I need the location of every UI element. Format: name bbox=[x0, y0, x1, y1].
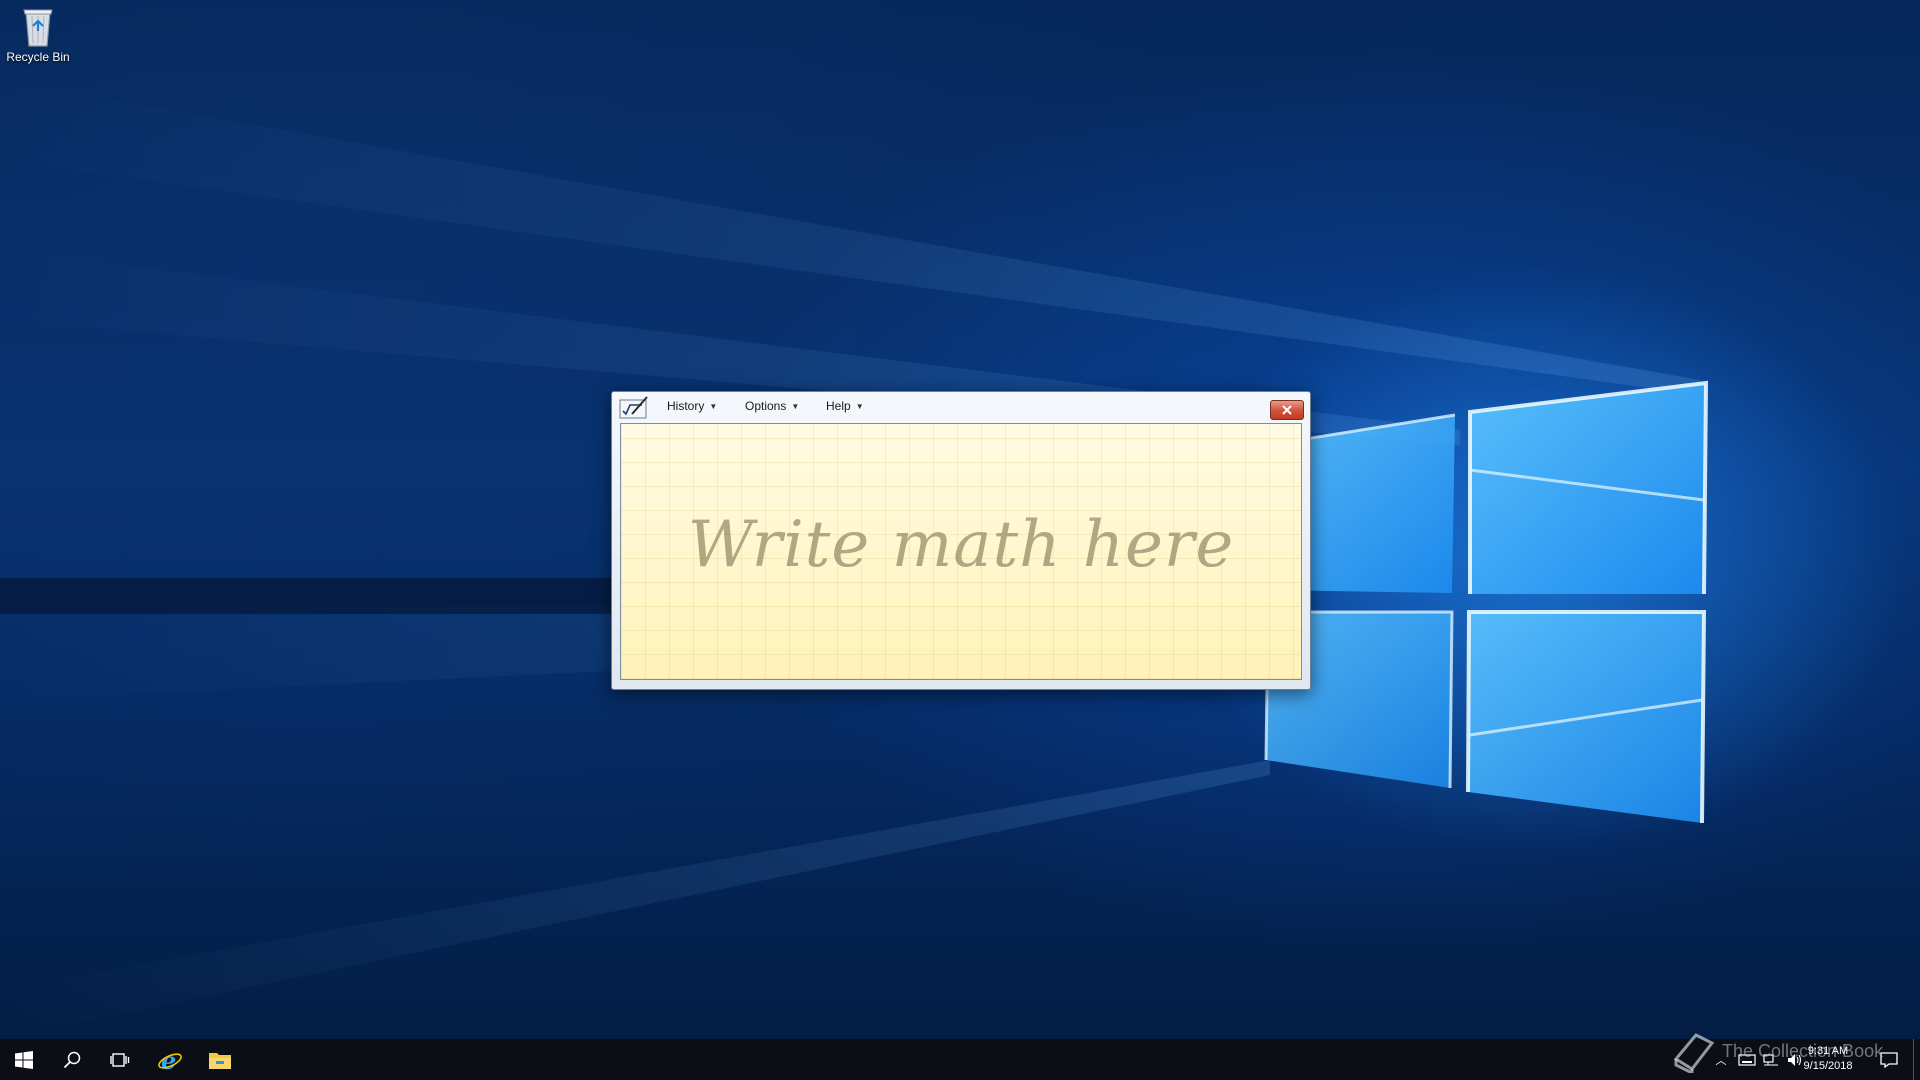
writing-area[interactable]: Write math here bbox=[620, 423, 1302, 680]
search-button[interactable] bbox=[48, 1039, 96, 1080]
title-bar[interactable]: History ▼ Options ▼ Help ▼ bbox=[612, 392, 1310, 423]
search-icon bbox=[63, 1051, 81, 1068]
close-button[interactable] bbox=[1270, 400, 1304, 420]
task-view-icon bbox=[110, 1052, 130, 1067]
windows-start-icon bbox=[15, 1050, 33, 1069]
task-view-button[interactable] bbox=[96, 1039, 144, 1080]
menu-history[interactable]: History ▼ bbox=[667, 399, 717, 413]
taskbar: e ︿ bbox=[0, 1039, 1920, 1080]
desktop-icon-recycle-bin[interactable]: Recycle Bin bbox=[4, 6, 72, 78]
menu-help-label: Help bbox=[826, 399, 851, 413]
menu-options[interactable]: Options ▼ bbox=[745, 399, 799, 413]
desktop-icon-label: Recycle Bin bbox=[6, 50, 70, 64]
internet-explorer-icon: e bbox=[158, 1047, 182, 1073]
math-input-panel-icon bbox=[619, 396, 649, 420]
math-input-panel-window[interactable]: History ▼ Options ▼ Help ▼ Write math he… bbox=[611, 391, 1311, 690]
chevron-down-icon: ▼ bbox=[791, 401, 800, 411]
book-icon bbox=[1673, 1033, 1715, 1073]
recycle-bin-icon bbox=[23, 9, 53, 47]
menu-options-label: Options bbox=[745, 399, 787, 413]
writing-area-hint: Write math here bbox=[687, 508, 1235, 582]
clock-date: 9/15/2018 bbox=[1803, 1060, 1853, 1072]
clock-time: 9:31 AM bbox=[1807, 1045, 1849, 1057]
close-icon bbox=[1282, 405, 1292, 415]
show-desktop-button[interactable] bbox=[1913, 1039, 1914, 1080]
internet-explorer-taskbar-button[interactable]: e bbox=[146, 1039, 194, 1080]
taskbar-clock[interactable]: 9:31 AM 9/15/2018 bbox=[1796, 1044, 1860, 1074]
chevron-down-icon: ▼ bbox=[709, 401, 718, 411]
start-button[interactable] bbox=[0, 1039, 48, 1080]
file-explorer-taskbar-button[interactable] bbox=[196, 1039, 244, 1080]
chevron-down-icon: ▼ bbox=[855, 401, 864, 411]
menu-help[interactable]: Help ▼ bbox=[826, 399, 864, 413]
file-explorer-icon bbox=[209, 1052, 231, 1069]
menu-history-label: History bbox=[667, 399, 705, 413]
